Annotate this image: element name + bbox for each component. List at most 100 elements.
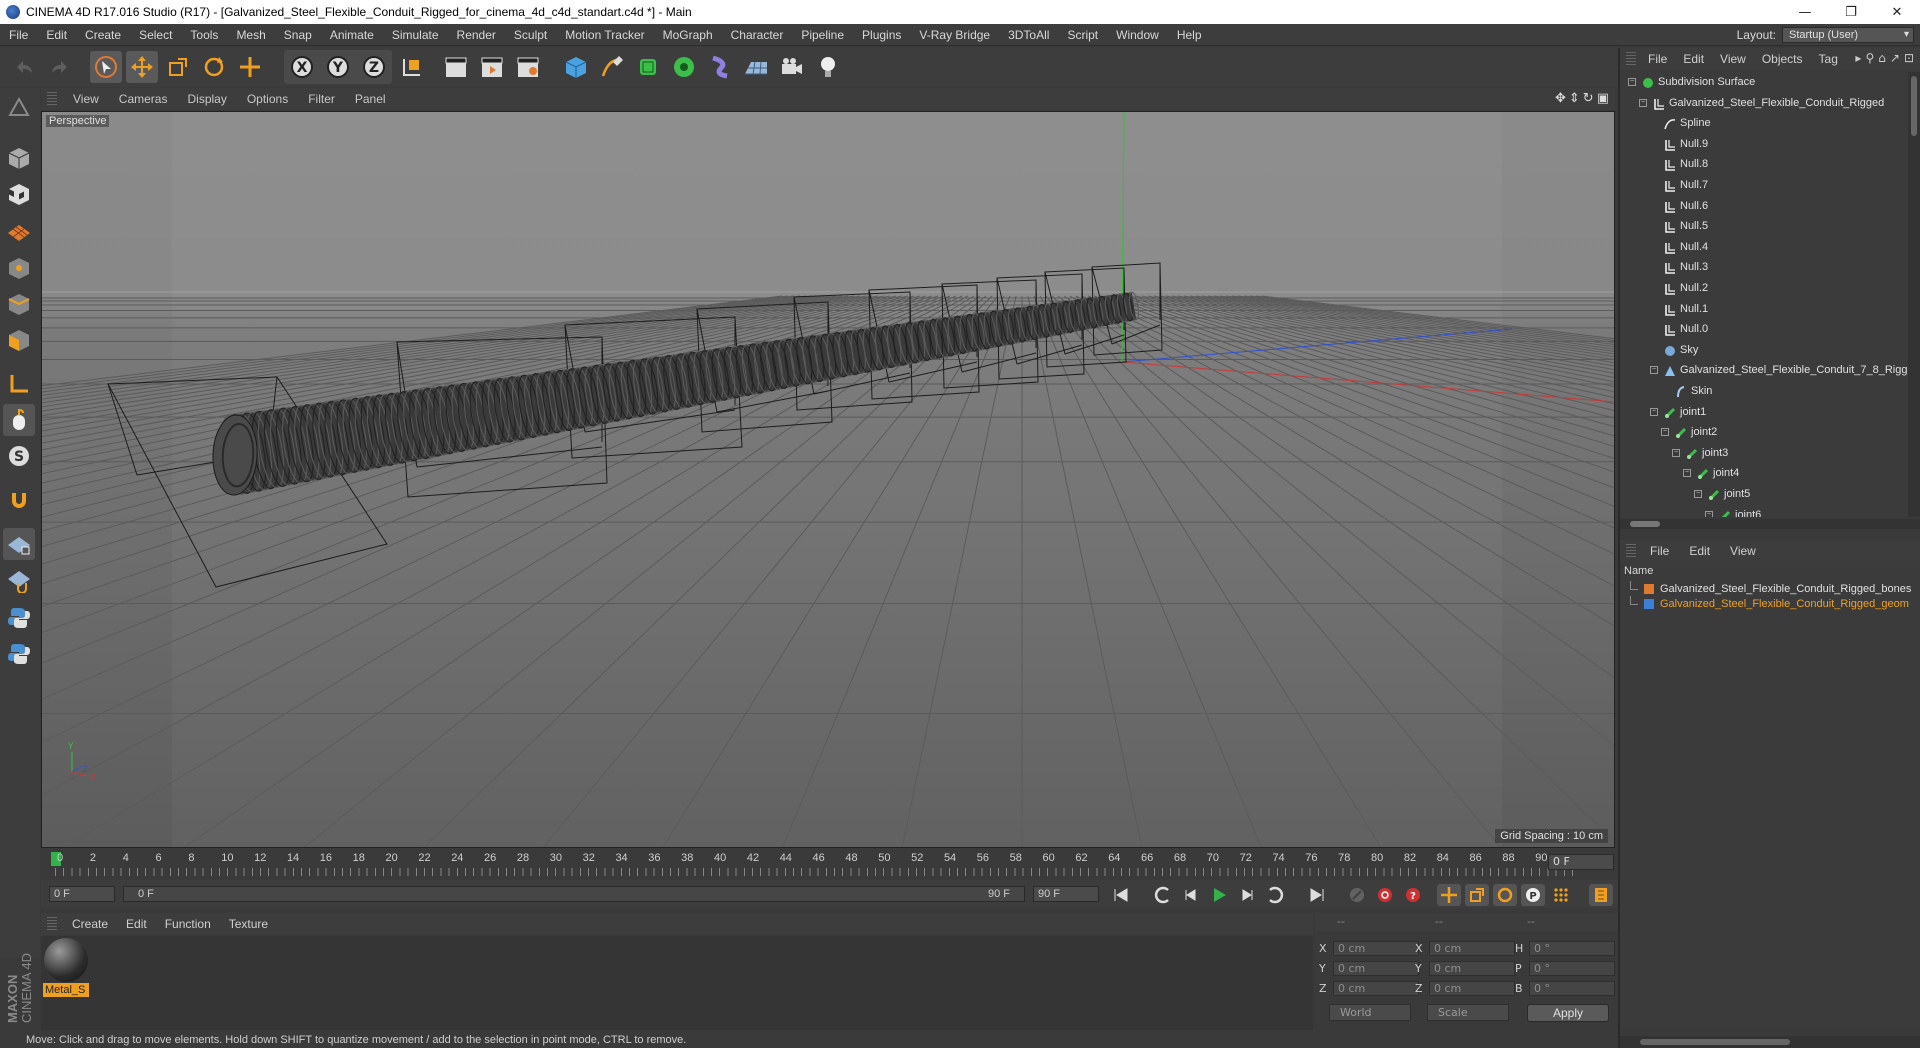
menu-mesh[interactable]: Mesh [227, 28, 274, 42]
object-row[interactable]: Null.9 [1620, 134, 1908, 154]
layer-menu-file[interactable]: File [1640, 544, 1679, 558]
object-row[interactable]: Null.8 [1620, 154, 1908, 174]
layer-menu-view[interactable]: View [1720, 544, 1766, 558]
menu-file[interactable]: File [0, 28, 37, 42]
coord-value-field[interactable]: 0 ° [1529, 941, 1615, 956]
object-row[interactable]: Skin [1620, 381, 1908, 401]
object-row[interactable]: Null.1 [1620, 299, 1908, 319]
coord-value-field[interactable]: 0 cm [1429, 941, 1515, 956]
python-script-button[interactable] [3, 602, 35, 634]
tweak-mode-button[interactable] [3, 404, 35, 436]
key-parameter-button[interactable]: P [1521, 884, 1545, 906]
tree-expander[interactable]: − [1661, 428, 1669, 437]
coordinate-mode-dropdown[interactable]: Scale [1427, 1004, 1509, 1021]
menu-tools[interactable]: Tools [181, 28, 227, 42]
pen-spline-button[interactable] [596, 51, 628, 83]
object-row[interactable]: − joint1 [1620, 402, 1908, 422]
object-row[interactable]: Null.0 [1620, 319, 1908, 339]
object-row[interactable]: − joint5 [1620, 484, 1908, 504]
viewport-menu-view[interactable]: View [63, 92, 109, 106]
coord-value-field[interactable]: 0 cm [1429, 981, 1515, 996]
go-to-start-button[interactable] [1109, 884, 1133, 906]
transform-tool-button[interactable] [234, 51, 266, 83]
floor-button[interactable] [740, 51, 772, 83]
viewport-menu-cameras[interactable]: Cameras [109, 92, 178, 106]
tree-expander[interactable]: − [1639, 98, 1647, 107]
object-row[interactable]: Null.2 [1620, 278, 1908, 298]
undo-button[interactable] [8, 51, 40, 83]
object-row[interactable]: Null.7 [1620, 175, 1908, 195]
menu-window[interactable]: Window [1107, 28, 1168, 42]
object-row[interactable]: Null.5 [1620, 216, 1908, 236]
object-row[interactable]: Null.3 [1620, 257, 1908, 277]
texture-mode-button[interactable] [3, 178, 35, 210]
material-menu-edit[interactable]: Edit [117, 917, 156, 931]
object-row[interactable]: − Galvanized_Steel_Flexible_Conduit_Rigge… [1620, 93, 1908, 113]
layer-row[interactable]: Galvanized_Steel_Flexible_Conduit_Rigged… [1620, 596, 1920, 612]
menu-3dtoall[interactable]: 3DToAll [999, 28, 1058, 42]
points-mode-button[interactable] [3, 252, 35, 284]
object-row[interactable]: Null.6 [1620, 196, 1908, 216]
menu-pipeline[interactable]: Pipeline [792, 28, 853, 42]
axis-mode-button[interactable] [3, 368, 35, 400]
scroll-thumb[interactable] [1640, 1039, 1790, 1045]
render-settings-button[interactable] [512, 51, 544, 83]
redo-button[interactable] [44, 51, 76, 83]
object-row[interactable]: − Subdivision Surface [1620, 72, 1908, 92]
viewport-menu-options[interactable]: Options [237, 92, 298, 106]
object-row[interactable]: − joint4 [1620, 463, 1908, 483]
layer-menu-edit[interactable]: Edit [1679, 544, 1720, 558]
restore-button[interactable]: ❐ [1828, 0, 1874, 24]
cloner-button[interactable] [668, 51, 700, 83]
current-frame-field[interactable]: 0 F [1548, 854, 1614, 870]
menu-mograph[interactable]: MoGraph [654, 28, 722, 42]
object-menu-file[interactable]: File [1640, 52, 1675, 66]
layout-dropdown[interactable]: Startup (User) [1782, 27, 1914, 43]
layer-horizontal-scrollbar[interactable] [1620, 1036, 1920, 1048]
magnet-button[interactable] [3, 484, 35, 516]
deformer-button[interactable] [704, 51, 736, 83]
object-row[interactable]: − joint2 [1620, 422, 1908, 442]
object-row[interactable]: − joint3 [1620, 443, 1908, 463]
timeline-window-button[interactable] [1589, 884, 1613, 906]
new-window-icon[interactable]: ⊡ [1904, 51, 1914, 65]
object-row[interactable]: − joint6 [1620, 505, 1908, 517]
viewport-menu-panel[interactable]: Panel [345, 92, 396, 106]
light-button[interactable] [812, 51, 844, 83]
object-row[interactable]: − Galvanized_Steel_Flexible_Conduit_7_8_R… [1620, 360, 1908, 380]
tree-expander[interactable]: − [1705, 510, 1713, 517]
layer-row[interactable]: Galvanized_Steel_Flexible_Conduit_Rigged… [1620, 581, 1920, 597]
scale-tool-button[interactable] [162, 51, 194, 83]
end-frame-field[interactable]: 90 F [1033, 886, 1099, 902]
menu-snap[interactable]: Snap [275, 28, 321, 42]
tree-expander[interactable]: − [1694, 490, 1702, 498]
coord-value-field[interactable]: 0 ° [1529, 981, 1615, 996]
object-menu-view[interactable]: View [1712, 52, 1754, 66]
material-swatch[interactable]: Metal_S [43, 938, 89, 998]
render-view-button[interactable] [440, 51, 472, 83]
coordinate-system-button[interactable] [396, 51, 428, 83]
menu-plugins[interactable]: Plugins [853, 28, 910, 42]
object-row[interactable]: Sky [1620, 340, 1908, 360]
menu-select[interactable]: Select [130, 28, 181, 42]
z-axis-lock-button[interactable]: Z [358, 51, 390, 83]
material-menu-create[interactable]: Create [63, 917, 117, 931]
object-list-vertical-scrollbar[interactable] [1908, 72, 1920, 517]
tree-expander[interactable]: − [1683, 469, 1691, 478]
edges-mode-button[interactable] [3, 288, 35, 320]
autokey-button[interactable] [1373, 884, 1397, 906]
object-row[interactable]: Null.4 [1620, 237, 1908, 257]
tree-expander[interactable]: − [1650, 407, 1658, 416]
home-icon[interactable]: ⌂ [1878, 51, 1886, 65]
viewport-menu-display[interactable]: Display [177, 92, 236, 106]
coordinate-space-dropdown[interactable]: World [1329, 1004, 1411, 1021]
object-menu-tag[interactable]: Tag [1811, 52, 1846, 66]
key-scale-button[interactable] [1465, 884, 1489, 906]
key-position-button[interactable] [1437, 884, 1461, 906]
panel-grip[interactable] [1626, 52, 1636, 66]
keyframe-selection-button[interactable]: ? [1401, 884, 1425, 906]
frame-range-slider[interactable]: 0 F 90 F [123, 886, 1025, 902]
dolly-icon[interactable]: ⇕ [1569, 91, 1580, 106]
grid-snap-button[interactable] [3, 564, 35, 596]
panel-grip[interactable] [1626, 544, 1636, 558]
